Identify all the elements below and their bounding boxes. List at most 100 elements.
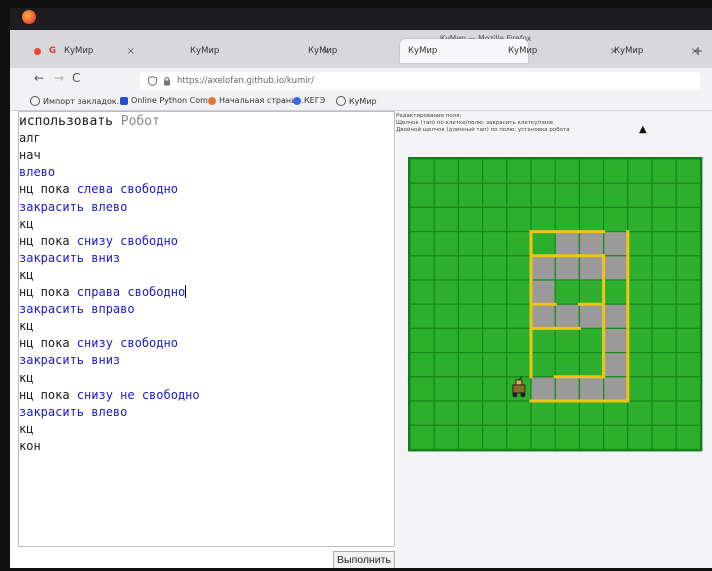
field-cell [481, 182, 508, 208]
field-cell [675, 327, 702, 354]
painted-cell [530, 255, 556, 281]
field-cell [506, 182, 532, 208]
painted-cell [554, 303, 580, 329]
back-arrow-icon[interactable]: ← [34, 71, 44, 85]
code-line[interactable]: нц пока слева свободно [19, 181, 178, 198]
code-line[interactable]: кц [19, 267, 33, 284]
field-cell [506, 255, 532, 281]
field-cell [530, 230, 556, 257]
painted-cell [603, 327, 629, 354]
code-token: нц пока [19, 233, 77, 248]
firefox-logo-icon[interactable] [22, 10, 36, 24]
field-cell [651, 255, 677, 281]
code-line[interactable]: нц пока справа свободно [19, 284, 187, 301]
field-cell [506, 424, 532, 451]
code-line[interactable]: использовать Робот [19, 113, 160, 130]
navigation-bar: ← → C https://axelofan.github.io/kumir/ [10, 68, 712, 94]
field-cell [627, 327, 653, 354]
field-cell [433, 230, 460, 257]
tab-label: КуМир [308, 46, 338, 56]
field-cell [675, 279, 702, 305]
field-cell [457, 230, 484, 257]
code-line[interactable]: нач [19, 147, 41, 164]
bookmark-import[interactable]: Импорт закладок... [30, 96, 124, 106]
bookmark-label: Online Python Com... [131, 96, 216, 105]
field-cell [433, 400, 460, 426]
field-cell [433, 255, 460, 281]
field-cell [409, 327, 435, 354]
address-bar[interactable]: https://axelofan.github.io/kumir/ [140, 72, 700, 90]
code-token: закрасить вниз [19, 353, 121, 368]
code-line[interactable]: кон [19, 438, 41, 455]
code-line[interactable]: нц пока снизу не свободно [19, 387, 200, 404]
screen: КуМир — Mozilla Firefox G КуМир × КуМир … [10, 8, 712, 568]
field-cell [627, 424, 653, 451]
bookmark-start-page[interactable]: Начальная страни... [208, 96, 304, 105]
field-cell [651, 424, 677, 451]
code-line[interactable]: закрасить вниз [19, 352, 120, 369]
field-cell [457, 255, 484, 281]
field-cell [603, 424, 629, 451]
new-tab-button[interactable]: + [693, 44, 703, 58]
field-cell [481, 279, 508, 305]
reload-icon[interactable]: C [72, 71, 80, 85]
code-editor[interactable]: использовать Робот алг нач влево нц пока сле… [18, 111, 395, 547]
field-cell [457, 158, 484, 184]
field-cell [506, 279, 532, 305]
field-cell [530, 327, 556, 354]
import-icon [30, 96, 40, 106]
code-line[interactable]: нц пока снизу свободно [19, 233, 178, 250]
tab-label: КуМир [190, 46, 220, 56]
mouse-pointer-icon: ▲ [639, 124, 647, 135]
bookmark-online-python[interactable]: Online Python Com... [120, 96, 216, 105]
field-cell [675, 255, 702, 281]
field-cell [603, 158, 629, 184]
field-cell [651, 230, 677, 257]
painted-cell [603, 230, 629, 257]
code-token: закрасить влево [19, 199, 128, 214]
forward-arrow-icon[interactable]: → [54, 71, 64, 85]
tab-kumir-1[interactable]: G КуМир × [30, 39, 145, 63]
code-line[interactable]: алг [19, 130, 41, 147]
code-line[interactable]: кц [19, 216, 33, 233]
field-cell [627, 376, 653, 402]
field-cell [627, 255, 653, 281]
code-line[interactable]: кц [19, 370, 33, 387]
painted-cell [578, 376, 605, 402]
field-cell [627, 303, 653, 329]
field-cell [506, 158, 532, 184]
field-cell [675, 424, 702, 451]
field-cell [433, 206, 460, 233]
bookmark-kege[interactable]: КЕГЭ [293, 96, 325, 105]
field-cell [530, 424, 556, 451]
close-tab-icon[interactable]: × [127, 46, 135, 57]
code-line[interactable]: влево [19, 164, 55, 181]
field-cell [554, 327, 580, 354]
robot-field[interactable] [396, 111, 712, 568]
field-cell [506, 206, 532, 233]
code-line[interactable]: кц [19, 318, 33, 335]
code-line[interactable]: нц пока снизу свободно [19, 335, 178, 352]
code-line[interactable]: закрасить влево [19, 404, 127, 421]
run-button[interactable]: Выполнить [333, 551, 395, 568]
code-line[interactable]: кц [19, 421, 33, 438]
code-token: кц [19, 267, 34, 282]
code-line[interactable]: закрасить вниз [19, 250, 120, 267]
field-cell [433, 327, 460, 354]
field-cell [457, 303, 484, 329]
globe-icon [336, 96, 346, 106]
field-cell [530, 182, 556, 208]
field-cell [651, 376, 677, 402]
code-line[interactable]: закрасить вправо [19, 301, 135, 318]
field-cell [675, 352, 702, 378]
code-line[interactable]: закрасить влево [19, 199, 127, 216]
field-cell [651, 206, 677, 233]
bookmark-kumir[interactable]: КуМир [336, 96, 377, 106]
code-token: алг [19, 131, 41, 146]
field-cell [457, 279, 484, 305]
field-cell [506, 400, 532, 426]
python-icon [120, 96, 128, 105]
bookmark-label: КЕГЭ [304, 96, 326, 105]
painted-cell [554, 255, 580, 281]
field-cell [627, 206, 653, 233]
